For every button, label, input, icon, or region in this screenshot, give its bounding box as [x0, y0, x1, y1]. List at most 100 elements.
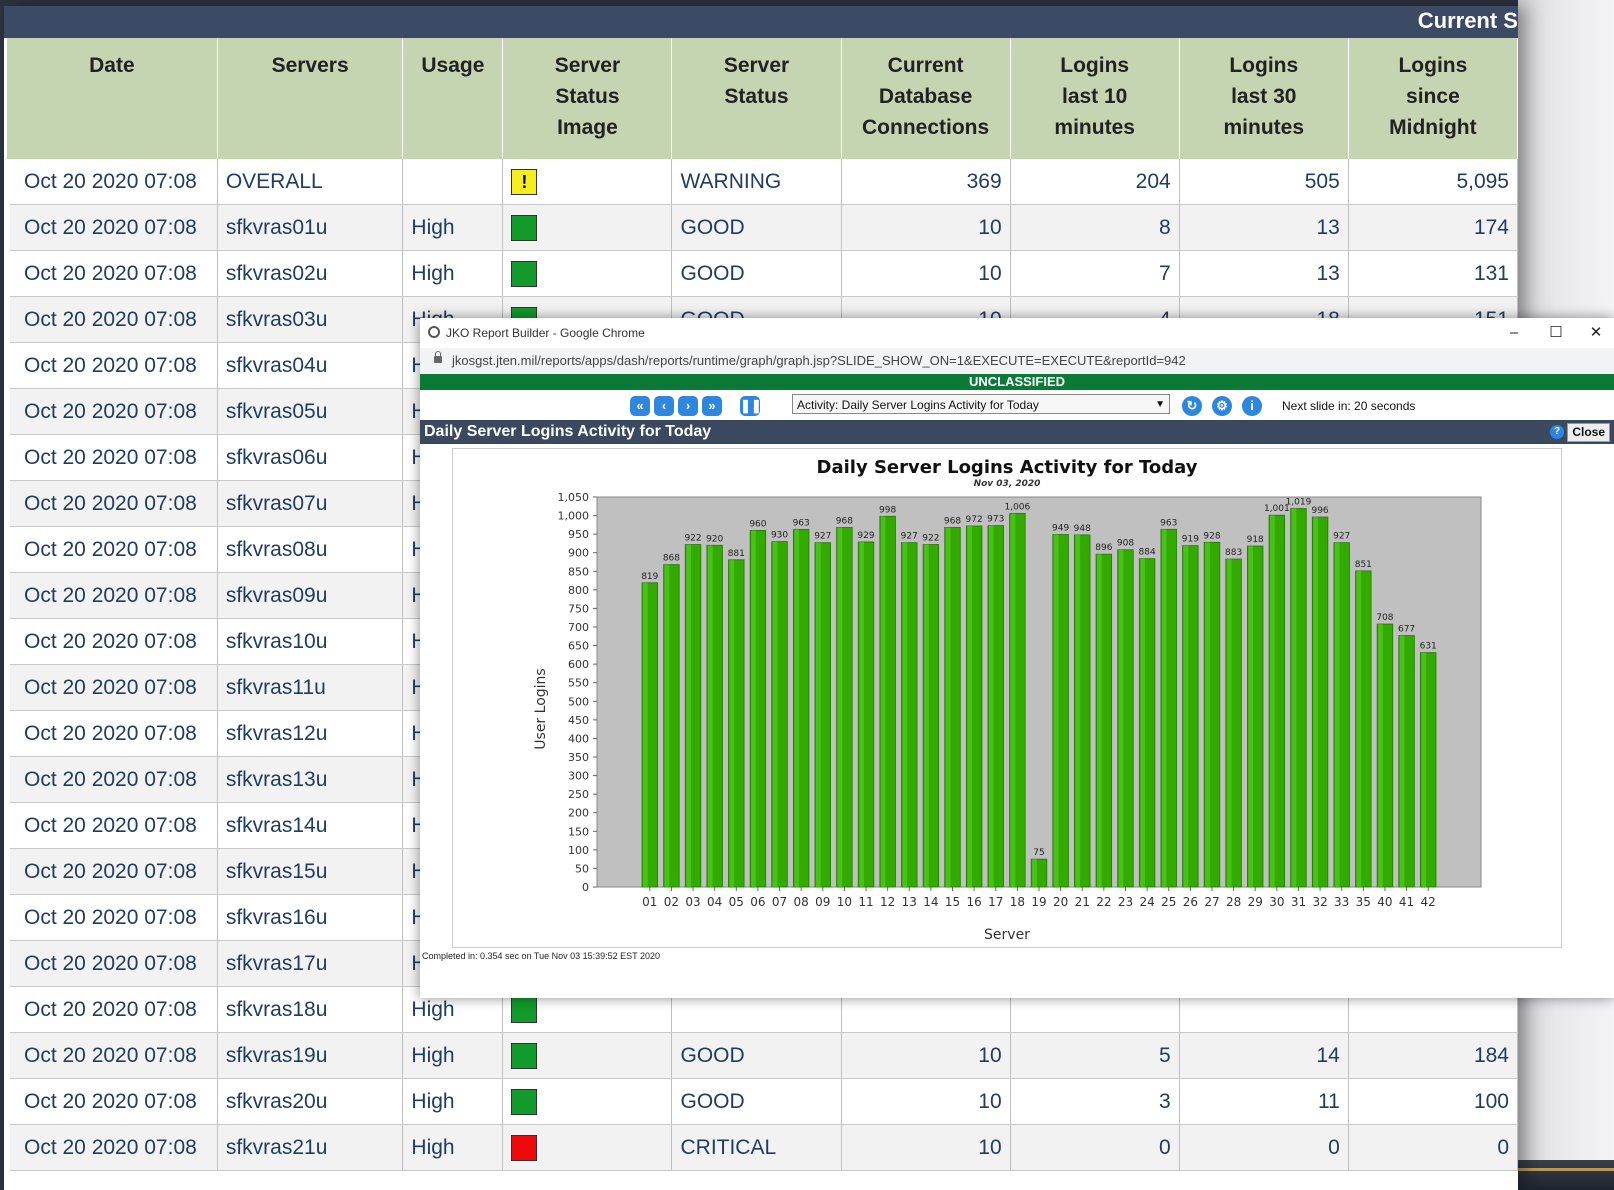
cell-db: 10	[841, 250, 1011, 297]
gear-icon[interactable]: ⚙	[1212, 396, 1232, 416]
cell-server[interactable]: OVERALL	[217, 159, 404, 205]
bar-value-label: 968	[836, 516, 853, 526]
cell-server[interactable]: sfkvras08u	[217, 526, 404, 573]
panel-title: Daily Server Logins Activity for Today	[424, 423, 712, 440]
chrome-icon	[428, 326, 440, 338]
chart-title: Daily Server Logins Activity for Today	[817, 457, 1198, 478]
cell-status-image	[502, 1078, 673, 1125]
pause-icon[interactable]: ❚❚	[740, 396, 762, 416]
x-tick-label: 29	[1248, 895, 1263, 909]
y-axis-label: User Logins	[533, 668, 549, 749]
y-tick-label: 300	[568, 770, 589, 783]
cell-server[interactable]: sfkvras11u	[217, 664, 404, 711]
first-icon[interactable]: «	[630, 396, 650, 416]
bar-highlight	[1161, 529, 1167, 887]
cell-server[interactable]: sfkvras15u	[217, 848, 404, 895]
bar-value-label: 881	[728, 549, 745, 559]
close-button[interactable]: Close	[1567, 423, 1610, 442]
cell-usage: High	[402, 250, 504, 297]
cell-server[interactable]: sfkvras16u	[217, 894, 404, 941]
bar-value-label: 920	[706, 534, 723, 544]
help-icon[interactable]: ?	[1550, 425, 1564, 439]
bar-highlight	[1118, 549, 1124, 887]
next-slide-countdown: Next slide in: 20 seconds	[1282, 399, 1416, 413]
bar-highlight	[794, 529, 800, 887]
warning-status-icon: !	[511, 168, 538, 195]
close-window-icon[interactable]: ✕	[1578, 321, 1614, 345]
bar-highlight	[837, 527, 843, 887]
bar-value-label: 908	[1117, 539, 1134, 549]
bar-value-label: 960	[749, 519, 766, 529]
cell-date: Oct 20 2020 07:08	[4, 802, 218, 849]
cell-server[interactable]: sfkvras21u	[217, 1124, 404, 1171]
cell-server[interactable]: sfkvras20u	[217, 1078, 404, 1125]
bar-value-label: 996	[1311, 506, 1328, 516]
bar-value-label: 973	[987, 515, 1004, 525]
info-icon[interactable]: i	[1242, 396, 1262, 416]
cell-date: Oct 20 2020 07:08	[4, 296, 218, 343]
bar-value-label: 930	[771, 531, 788, 541]
x-tick-label: 22	[1096, 895, 1111, 909]
cell-server[interactable]: sfkvras12u	[217, 710, 404, 757]
bar-value-label: 949	[1052, 524, 1069, 534]
cell-server[interactable]: sfkvras07u	[217, 480, 404, 527]
cell-server[interactable]: sfkvras04u	[217, 342, 404, 389]
report-select[interactable]: Activity: Daily Server Logins Activity f…	[792, 394, 1170, 414]
cell-server[interactable]: sfkvras06u	[217, 434, 404, 481]
maximize-icon[interactable]: ☐	[1538, 321, 1574, 345]
minimize-icon[interactable]: –	[1496, 321, 1532, 345]
cell-date: Oct 20 2020 07:08	[4, 756, 218, 803]
cell-date: Oct 20 2020 07:08	[4, 159, 218, 205]
cell-server[interactable]: sfkvras01u	[217, 204, 404, 251]
last-icon[interactable]: »	[702, 396, 722, 416]
table-row: Oct 20 2020 07:08 sfkvras21u High CRITICAL 1…	[4, 1124, 1518, 1171]
cell-usage: High	[402, 1124, 504, 1171]
y-tick-label: 500	[568, 695, 589, 708]
x-tick-label: 33	[1334, 895, 1349, 909]
bar-value-label: 819	[641, 572, 658, 582]
next-icon[interactable]: ›	[678, 396, 698, 416]
cell-l30: 14	[1179, 1032, 1349, 1079]
table-row: Oct 20 2020 07:08 OVERALL! WARNING 369 204 50…	[4, 159, 1518, 205]
bar-value-label: 963	[793, 518, 810, 528]
y-tick-label: 850	[568, 565, 589, 578]
cell-server[interactable]: sfkvras02u	[217, 250, 404, 297]
prev-icon[interactable]: ‹	[654, 396, 674, 416]
bar-highlight	[643, 582, 648, 887]
good-status-icon	[511, 1042, 538, 1069]
cell-server[interactable]: sfkvras14u	[217, 802, 404, 849]
cell-server[interactable]: sfkvras18u	[217, 986, 404, 1033]
good-status-icon	[511, 996, 538, 1023]
cell-l30: 13	[1179, 204, 1349, 251]
x-tick-label: 32	[1312, 895, 1327, 909]
cell-server[interactable]: sfkvras19u	[217, 1032, 404, 1079]
cell-server[interactable]: sfkvras09u	[217, 572, 404, 619]
cell-server[interactable]: sfkvras03u	[217, 296, 404, 343]
y-tick-label: 250	[568, 788, 589, 801]
y-tick-label: 1,000	[558, 510, 590, 523]
cell-mid: 100	[1348, 1078, 1518, 1125]
bar-highlight	[1378, 624, 1383, 887]
cell-server[interactable]: sfkvras05u	[217, 388, 404, 435]
x-tick-label: 10	[837, 895, 852, 909]
cell-server[interactable]: sfkvras10u	[217, 618, 404, 665]
completion-note: Completed in: 0.354 sec on Tue Nov 03 15…	[422, 951, 660, 961]
address-bar[interactable]: jkosgst.jten.mil/reports/apps/dash/repor…	[420, 348, 1614, 374]
plot-area: 0501001502002503003504004505005506006507…	[558, 491, 1482, 909]
cell-date: Oct 20 2020 07:08	[4, 940, 218, 987]
x-tick-label: 41	[1399, 895, 1414, 909]
column-header: Server Status	[671, 38, 842, 159]
bar-value-label: 972	[966, 515, 983, 525]
cell-server[interactable]: sfkvras13u	[217, 756, 404, 803]
x-tick-label: 13	[902, 895, 917, 909]
x-tick-label: 31	[1291, 895, 1306, 909]
refresh-icon[interactable]: ↻	[1182, 396, 1202, 416]
url-text[interactable]: jkosgst.jten.mil/reports/apps/dash/repor…	[452, 353, 1186, 368]
cell-server[interactable]: sfkvras17u	[217, 940, 404, 987]
bar-highlight	[1010, 513, 1016, 887]
bar-highlight	[729, 559, 735, 887]
cell-date: Oct 20 2020 07:08	[4, 848, 218, 895]
column-header: Logins last 10 minutes	[1010, 38, 1180, 159]
x-tick-label: 04	[707, 895, 722, 909]
cell-l30: 505	[1179, 159, 1349, 205]
